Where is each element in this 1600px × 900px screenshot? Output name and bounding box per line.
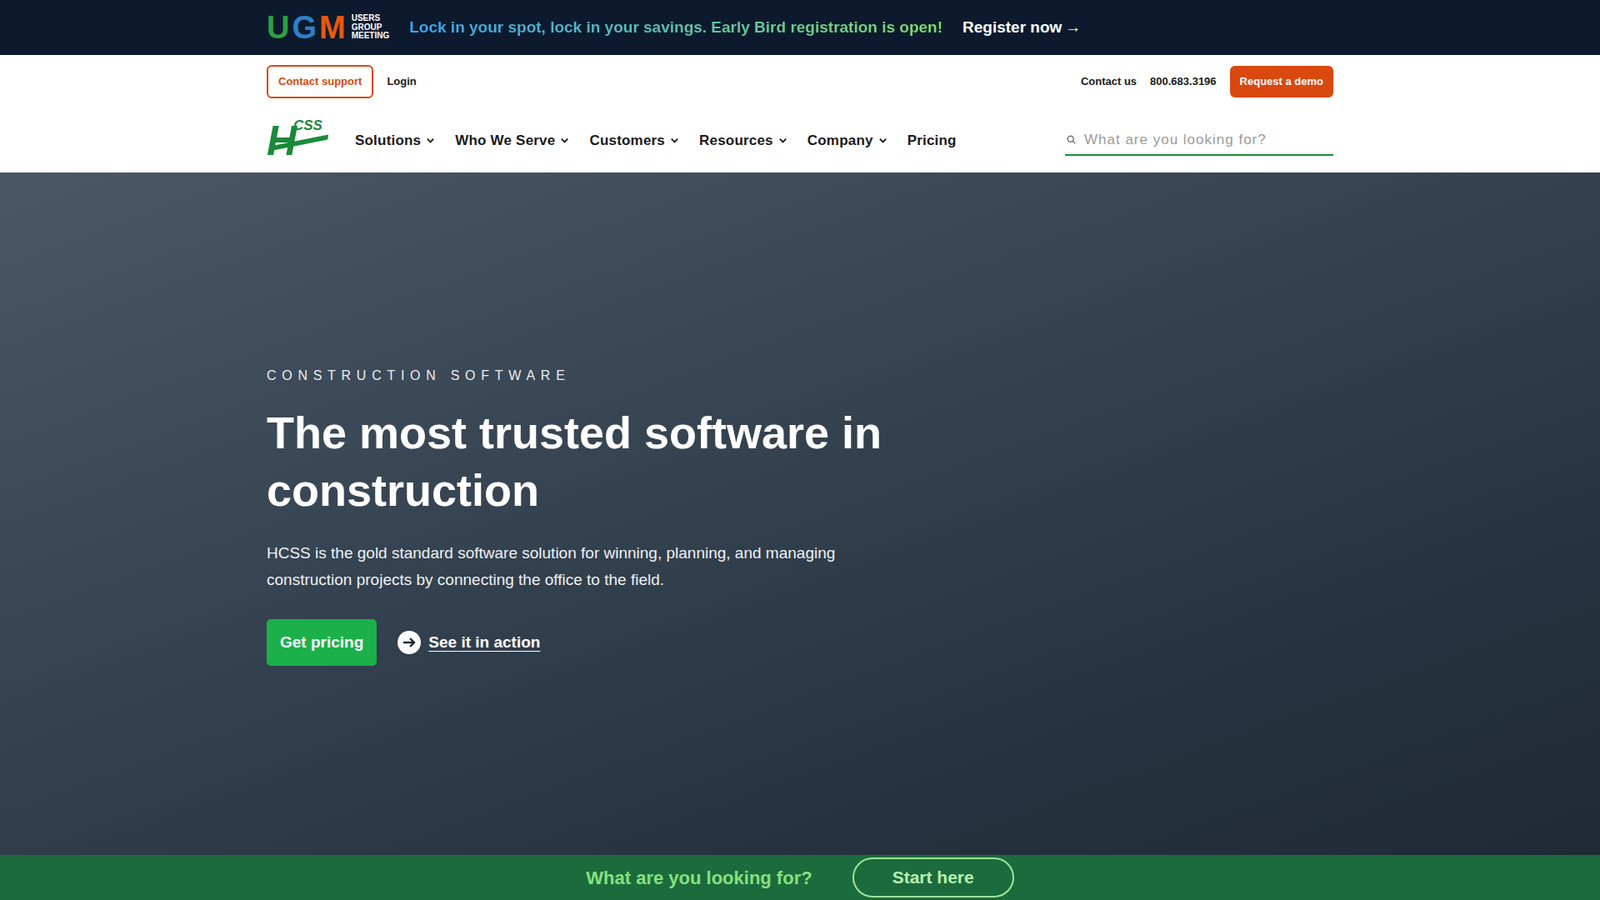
nav-content: HCSS Solutions Who We Serve Customers Resour…	[266, 118, 1334, 164]
chevron-down-icon	[425, 135, 435, 145]
nav-label: Resources	[699, 130, 774, 152]
search-field	[1065, 125, 1334, 157]
nav-item[interactable]: Resources	[699, 130, 788, 152]
utility-bar: Contact support Login Contact us 800.683.31…	[0, 55, 1600, 109]
nav-item[interactable]: Who We Serve	[455, 130, 570, 152]
search-input[interactable]	[1082, 128, 1332, 152]
hero-description: HCSS is the gold standard software solut…	[266, 540, 875, 593]
nav-label: Customers	[589, 130, 665, 152]
logo-css: CSS	[293, 118, 323, 133]
see-it-link[interactable]: See it in action	[396, 630, 540, 655]
ugm-letter: M	[319, 11, 345, 44]
arrow-circle-icon	[396, 630, 422, 655]
contact-link[interactable]: Contact us	[1080, 73, 1137, 90]
register-link[interactable]: Register now→	[962, 15, 1081, 40]
nav-label: Pricing	[907, 130, 957, 152]
request-demo-button[interactable]: Request a demo	[1230, 65, 1334, 98]
see-it-text: See it in action	[428, 630, 540, 655]
utility-left: Contact support Login	[266, 65, 417, 99]
ugm-word: GROUP	[351, 23, 390, 33]
register-text: Register now	[962, 15, 1062, 40]
contact-support-button[interactable]: Contact support	[266, 65, 374, 99]
promo-content: UGMUSERSGROUPMEETINGLock in your spot, l…	[266, 11, 1334, 44]
hero-eyebrow: CONSTRUCTION SOFTWARE	[266, 365, 1334, 386]
nav-label: Solutions	[355, 130, 421, 152]
get-pricing-button[interactable]: Get pricing	[266, 619, 377, 667]
main-nav: HCSS Solutions Who We Serve Customers Resour…	[0, 108, 1600, 173]
utility-content: Contact support Login Contact us 800.683.31…	[266, 65, 1334, 99]
nav-menu: Solutions Who We Serve Customers Resources C…	[355, 130, 957, 152]
promo-message: Lock in your spot, lock in your savings.…	[409, 15, 943, 40]
hero-actions: Get pricing See it in action	[266, 619, 1334, 667]
chevron-down-icon	[670, 135, 680, 145]
nav-label: Who We Serve	[455, 130, 555, 152]
finder-bar: What are you looking for? Start here	[0, 855, 1600, 900]
utility-right: Contact us 800.683.3196 Request a demo	[1080, 65, 1334, 98]
nav-item[interactable]: Solutions	[355, 130, 435, 152]
chevron-down-icon	[878, 135, 888, 145]
nav-label: Company	[807, 130, 874, 152]
hcss-logo[interactable]: HCSS	[266, 118, 329, 164]
login-link[interactable]: Login	[386, 73, 416, 90]
hero: CONSTRUCTION SOFTWARE The most trusted so…	[0, 172, 1600, 855]
ugm-letter: U	[266, 11, 289, 44]
ugm-word: MEETING	[351, 31, 390, 41]
chevron-down-icon	[778, 135, 788, 145]
nav-item[interactable]: Pricing	[907, 130, 957, 152]
nav-left: HCSS Solutions Who We Serve Customers Resour…	[266, 118, 957, 164]
hero-title: The most trusted software in constructio…	[266, 404, 934, 519]
ugm-words: USERSGROUPMEETING	[351, 14, 390, 41]
hero-content: CONSTRUCTION SOFTWARE The most trusted so…	[266, 172, 1334, 666]
nav-item[interactable]: Company	[807, 130, 888, 152]
nav-item[interactable]: Customers	[589, 130, 680, 152]
promo-bar: UGMUSERSGROUPMEETINGLock in your spot, l…	[0, 0, 1600, 55]
finder-prompt: What are you looking for?	[585, 864, 812, 892]
start-here-button[interactable]: Start here	[852, 857, 1015, 898]
arrow-icon: →	[1065, 15, 1081, 40]
chevron-down-icon	[560, 135, 570, 145]
logo-h: H	[266, 120, 297, 162]
phone-link[interactable]: 800.683.3196	[1150, 73, 1217, 90]
ugm-letter: G	[291, 11, 316, 44]
ugm-word: USERS	[351, 14, 390, 24]
ugm-logo[interactable]: UGMUSERSGROUPMEETING	[266, 11, 390, 44]
search-icon	[1066, 135, 1076, 145]
